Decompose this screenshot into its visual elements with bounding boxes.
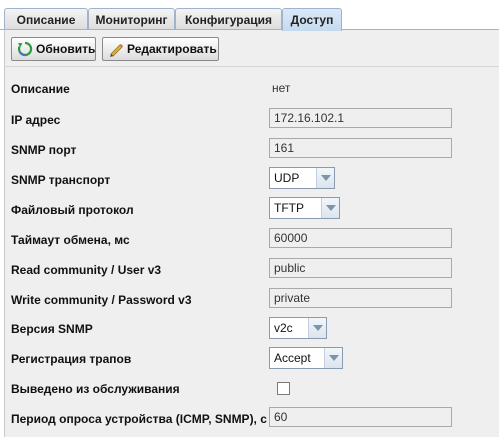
toolbar: Обновить Редактировать <box>4 30 499 66</box>
trap-registration-label: Регистрация трапов <box>11 352 132 366</box>
refresh-icon <box>17 41 33 57</box>
trap-registration-value: Accept <box>274 351 311 365</box>
tab-monitoring[interactable]: Мониторинг <box>88 8 175 30</box>
file-protocol-select[interactable]: TFTP <box>269 197 340 219</box>
tab-access[interactable]: Доступ <box>282 8 342 31</box>
description-label: Описание <box>11 82 70 96</box>
snmp-transport-value: UDP <box>274 171 300 185</box>
timeout-label: Таймаут обмена, мс <box>11 233 130 247</box>
refresh-button-label: Обновить <box>36 42 96 56</box>
description-value: нет <box>272 81 291 95</box>
chevron-down-icon[interactable] <box>324 348 342 368</box>
write-community-field[interactable]: private <box>269 288 452 308</box>
chevron-down-icon[interactable] <box>316 168 334 188</box>
snmp-version-label: Версия SNMP <box>11 322 93 336</box>
access-form: Описание нет IP адрес 172.16.102.1 SNMP … <box>4 66 499 437</box>
ip-field[interactable]: 172.16.102.1 <box>269 108 452 128</box>
edit-button[interactable]: Редактировать <box>102 37 219 61</box>
snmp-port-label: SNMP порт <box>11 143 77 157</box>
chevron-down-icon[interactable] <box>321 198 339 218</box>
tab-description[interactable]: Описание <box>4 8 88 30</box>
file-protocol-value: TFTP <box>274 201 304 215</box>
snmp-version-select[interactable]: v2c <box>269 317 327 339</box>
snmp-transport-label: SNMP транспорт <box>11 173 111 187</box>
snmp-version-value: v2c <box>274 321 293 335</box>
ip-label: IP адрес <box>11 113 61 127</box>
poll-period-field[interactable]: 60 <box>269 407 452 427</box>
read-community-field[interactable]: public <box>269 258 452 278</box>
tab-configuration[interactable]: Конфигурация <box>175 8 282 30</box>
poll-period-label: Период опроса устройства (ICMP, SNMP), с <box>11 412 267 426</box>
read-community-label: Read community / User v3 <box>11 263 162 277</box>
snmp-port-field[interactable]: 161 <box>269 138 452 158</box>
chevron-down-icon[interactable] <box>308 318 326 338</box>
out-of-service-checkbox[interactable] <box>277 382 290 395</box>
write-community-label: Write community / Password v3 <box>11 293 192 307</box>
snmp-transport-select[interactable]: UDP <box>269 167 335 189</box>
pencil-icon <box>108 41 124 57</box>
out-of-service-label: Выведено из обслуживания <box>11 382 180 396</box>
refresh-button[interactable]: Обновить <box>11 37 96 61</box>
file-protocol-label: Файловый протокол <box>11 203 134 217</box>
tab-bar: Описание Мониторинг Конфигурация Доступ <box>0 0 499 31</box>
trap-registration-select[interactable]: Accept <box>269 347 343 369</box>
edit-button-label: Редактировать <box>127 42 217 56</box>
timeout-field[interactable]: 60000 <box>269 228 452 248</box>
